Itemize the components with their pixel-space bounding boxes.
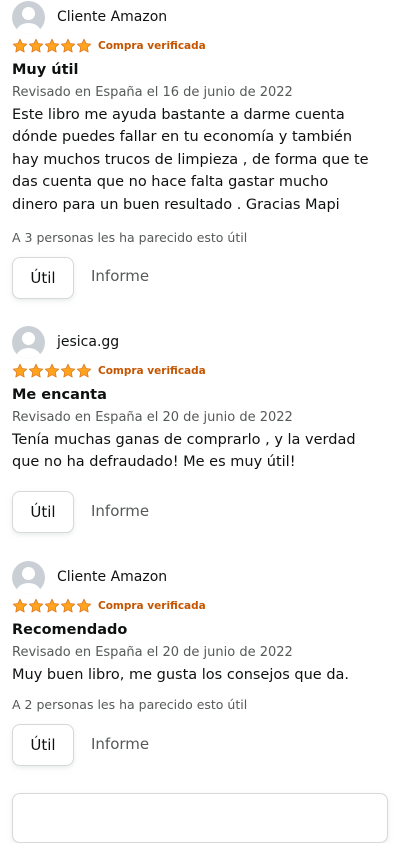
star-rating — [12, 598, 92, 614]
helpful-button[interactable]: Útil — [12, 724, 74, 766]
helpful-button[interactable]: Útil — [12, 257, 74, 299]
verified-purchase-badge: Compra verificada — [98, 600, 206, 612]
review-body: Tenía muchas ganas de comprarlo , y la v… — [12, 429, 392, 474]
report-link[interactable]: Informe — [91, 735, 149, 753]
star-icon — [76, 363, 92, 378]
avatar-icon — [12, 0, 45, 34]
review-author[interactable]: Cliente Amazon — [57, 9, 167, 25]
review-title: Muy útil — [12, 62, 79, 78]
review-body-line: Este libro me ayuda bastante a darme cue… — [12, 107, 345, 123]
review-date: Revisado en España el 20 de junio de 202… — [12, 645, 293, 660]
review-body-line: Muy buen libro, me gusta los consejos qu… — [12, 667, 350, 683]
star-icon — [60, 598, 76, 613]
avatar-icon — [12, 560, 45, 594]
rating-row: Compra verificada — [12, 363, 206, 379]
avatar-icon — [12, 325, 45, 359]
verified-purchase-badge: Compra verificada — [98, 365, 206, 377]
helpful-count: A 2 personas les ha parecido esto útil — [12, 697, 248, 712]
see-more-reviews-button[interactable] — [12, 793, 388, 843]
review-body-line: Tenía muchas ganas de comprarlo , y la v… — [12, 432, 356, 448]
review-author[interactable]: jesica.gg — [57, 334, 119, 350]
star-icon — [76, 38, 92, 53]
star-icon — [60, 363, 76, 378]
review-body-line: das cuenta que no hace falta gastar much… — [12, 174, 329, 191]
star-icon — [12, 363, 28, 378]
helpful-button[interactable]: Útil — [12, 491, 74, 533]
review-date: Revisado en España el 20 de junio de 202… — [12, 410, 293, 425]
review-header: Cliente Amazon — [12, 0, 167, 34]
star-icon — [44, 598, 60, 613]
rating-row: Compra verificada — [12, 598, 206, 614]
review-body: Este libro me ayuda bastante a darme cue… — [12, 104, 392, 216]
review-body-line: dónde puedes fallar en tu economía y tam… — [12, 129, 353, 146]
review-title: Me encanta — [12, 387, 107, 403]
report-link[interactable]: Informe — [91, 267, 149, 285]
star-icon — [76, 598, 92, 613]
review-header: jesica.gg — [12, 325, 119, 359]
helpful-count: A 3 personas les ha parecido esto útil — [12, 230, 248, 245]
review-body-line: dinero para un buen resultado . Gracias … — [12, 196, 340, 213]
review-date: Revisado en España el 16 de junio de 202… — [12, 85, 293, 100]
star-rating — [12, 363, 92, 379]
star-icon — [12, 598, 28, 613]
review-author[interactable]: Cliente Amazon — [57, 569, 167, 585]
star-icon — [28, 598, 44, 613]
rating-row: Compra verificada — [12, 38, 206, 54]
star-icon — [28, 38, 44, 53]
star-icon — [44, 363, 60, 378]
review-body-line: que no ha defraudado! Me es muy útil! — [12, 454, 296, 471]
review-body-line: hay muchos trucos de limpieza , de forma… — [12, 151, 369, 168]
review-title: Recomendado — [12, 622, 128, 638]
review-body: Muy buen libro, me gusta los consejos qu… — [12, 664, 392, 686]
star-rating — [12, 38, 92, 54]
report-link[interactable]: Informe — [91, 502, 149, 520]
star-icon — [60, 38, 76, 53]
star-icon — [28, 363, 44, 378]
star-icon — [44, 38, 60, 53]
star-icon — [12, 38, 28, 53]
review-header: Cliente Amazon — [12, 560, 167, 594]
verified-purchase-badge: Compra verificada — [98, 40, 206, 52]
